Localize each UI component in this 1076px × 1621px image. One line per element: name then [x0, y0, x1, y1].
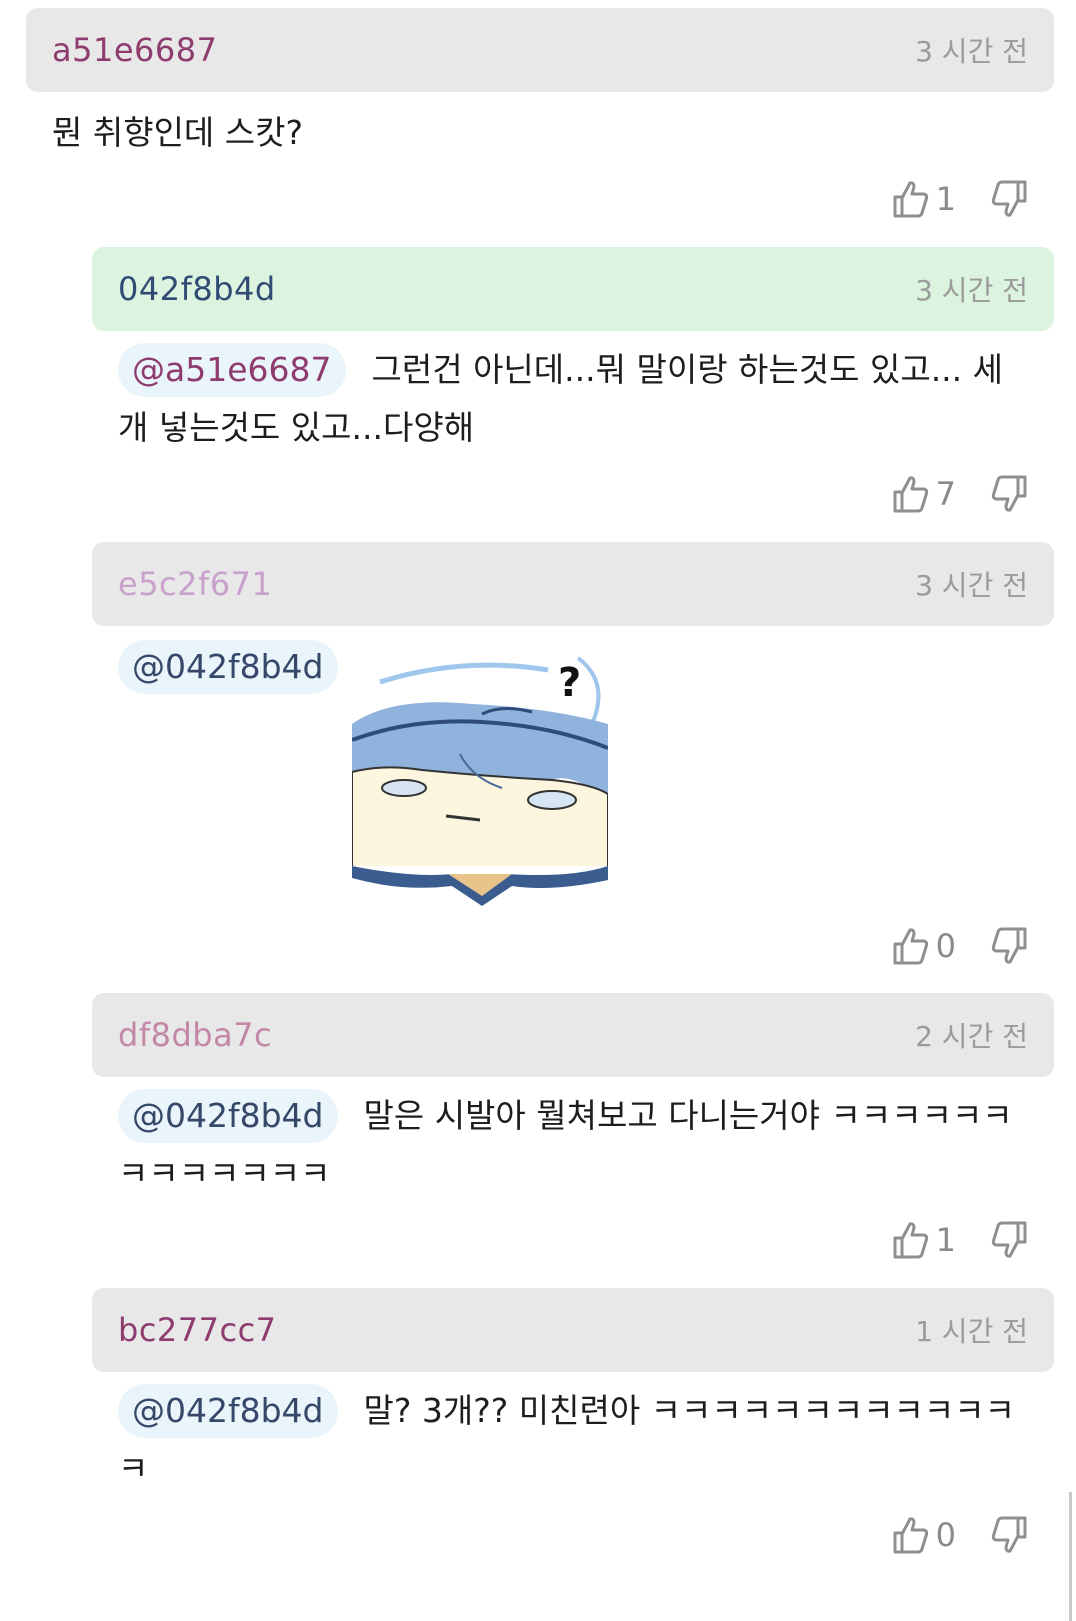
- vote-bar: 0: [892, 1510, 1028, 1560]
- comment-reply: df8dba7c 2 시간 전 @042f8b4d 말은 시발아 뭘쳐보고 다니는…: [92, 993, 1054, 1259]
- dislike-button[interactable]: [990, 1220, 1028, 1260]
- comment-text-line-1: 그런건 아닌데...뭐 말이랑 하는것도 있고... 세: [371, 350, 1004, 389]
- comment-time: 2 시간 전: [915, 1020, 1028, 1053]
- thumbs-down-icon: [991, 927, 1027, 964]
- mention-tag[interactable]: @042f8b4d: [118, 1089, 338, 1143]
- comment-body: @042f8b4d 말은 시발아 뭘쳐보고 다니는거야 ㅋㅋㅋㅋㅋㅋ ㅋㅋㅋㅋㅋㅋ…: [92, 1087, 1054, 1203]
- comment-header: bc277cc7 1 시간 전: [92, 1288, 1054, 1372]
- like-count: 7: [935, 475, 956, 513]
- comment-text-line-2: 개 넣는것도 있고...다양해: [118, 408, 475, 447]
- like-button[interactable]: 1: [892, 179, 956, 219]
- comment-text-line-1: 말? 3개?? 미친련아 ㅋㅋㅋㅋㅋㅋㅋㅋㅋㅋㅋㅋ: [363, 1391, 1016, 1430]
- comment-header: e5c2f671 3 시간 전: [92, 542, 1054, 626]
- thumbs-down-icon: [991, 475, 1027, 512]
- like-count: 1: [935, 180, 956, 218]
- like-button[interactable]: 0: [892, 1515, 956, 1555]
- svg-text:?: ?: [558, 660, 581, 706]
- comment-reply: e5c2f671 3 시간 전 @042f8b4d ? 0: [92, 542, 1054, 965]
- comment-author[interactable]: bc277cc7: [118, 1311, 277, 1349]
- comment-body: @042f8b4d ?: [92, 638, 1054, 908]
- like-count: 0: [935, 1516, 956, 1554]
- comment-body: 뭔 취향인데 스캇?: [26, 104, 1054, 162]
- confused-character-sticker-icon: ?: [352, 652, 608, 906]
- comment: a51e6687 3 시간 전 뭔 취향인데 스캇? 1: [26, 8, 1054, 218]
- comment-body: @a51e6687 그런건 아닌데...뭐 말이랑 하는것도 있고... 세 개 …: [92, 341, 1054, 457]
- comment-time: 3 시간 전: [915, 35, 1028, 68]
- vote-bar: 7: [892, 469, 1028, 519]
- comment-author[interactable]: df8dba7c: [118, 1016, 272, 1054]
- comment-author[interactable]: a51e6687: [52, 31, 217, 69]
- thumbs-up-icon: [893, 476, 928, 513]
- thumbs-up-icon: [893, 928, 928, 965]
- sticker-image: ?: [352, 652, 608, 906]
- comment-time: 3 시간 전: [915, 274, 1028, 307]
- thumbs-up-icon: [893, 1517, 928, 1554]
- comment-reply: bc277cc7 1 시간 전 @042f8b4d 말? 3개?? 미친련아 ㅋㅋ…: [92, 1288, 1054, 1554]
- comment-reply: 042f8b4d 3 시간 전 @a51e6687 그런건 아닌데...뭐 말이랑…: [92, 247, 1054, 513]
- thumbs-down-icon: [991, 1516, 1027, 1553]
- mention-tag[interactable]: @042f8b4d: [118, 1384, 338, 1438]
- comment-header: 042f8b4d 3 시간 전: [92, 247, 1054, 331]
- thumbs-down-icon: [991, 180, 1027, 217]
- comment-time: 1 시간 전: [915, 1315, 1028, 1348]
- dislike-button[interactable]: [990, 474, 1028, 514]
- mention-tag[interactable]: @042f8b4d: [118, 640, 338, 694]
- comment-text-line-2: ㅋ: [118, 1449, 149, 1488]
- scrollbar[interactable]: [1069, 1492, 1072, 1621]
- vote-bar: 1: [892, 1215, 1028, 1265]
- comment-body: @042f8b4d 말? 3개?? 미친련아 ㅋㅋㅋㅋㅋㅋㅋㅋㅋㅋㅋㅋ ㅋ: [92, 1382, 1054, 1498]
- comment-text: 뭔 취향인데 스캇?: [52, 113, 304, 152]
- like-button[interactable]: 1: [892, 1220, 956, 1260]
- like-button[interactable]: 0: [892, 926, 956, 966]
- comment-header: df8dba7c 2 시간 전: [92, 993, 1054, 1077]
- mention-tag[interactable]: @a51e6687: [118, 343, 346, 397]
- like-count: 1: [935, 1221, 956, 1259]
- dislike-button[interactable]: [990, 926, 1028, 966]
- comment-author[interactable]: e5c2f671: [118, 565, 272, 603]
- vote-bar: 1: [892, 174, 1028, 224]
- dislike-button[interactable]: [990, 179, 1028, 219]
- dislike-button[interactable]: [990, 1515, 1028, 1555]
- comment-author[interactable]: 042f8b4d: [118, 270, 276, 308]
- vote-bar: 0: [892, 921, 1028, 971]
- thumbs-up-icon: [893, 181, 928, 218]
- thumbs-down-icon: [991, 1221, 1027, 1258]
- thumbs-up-icon: [893, 1222, 928, 1259]
- comment-text-line-2: ㅋㅋㅋㅋㅋㅋㅋ: [118, 1154, 331, 1193]
- like-count: 0: [935, 927, 956, 965]
- comment-header: a51e6687 3 시간 전: [26, 8, 1054, 92]
- like-button[interactable]: 7: [892, 474, 956, 514]
- comment-time: 3 시간 전: [915, 569, 1028, 602]
- comment-text-line-1: 말은 시발아 뭘쳐보고 다니는거야 ㅋㅋㅋㅋㅋㅋ: [363, 1096, 1013, 1135]
